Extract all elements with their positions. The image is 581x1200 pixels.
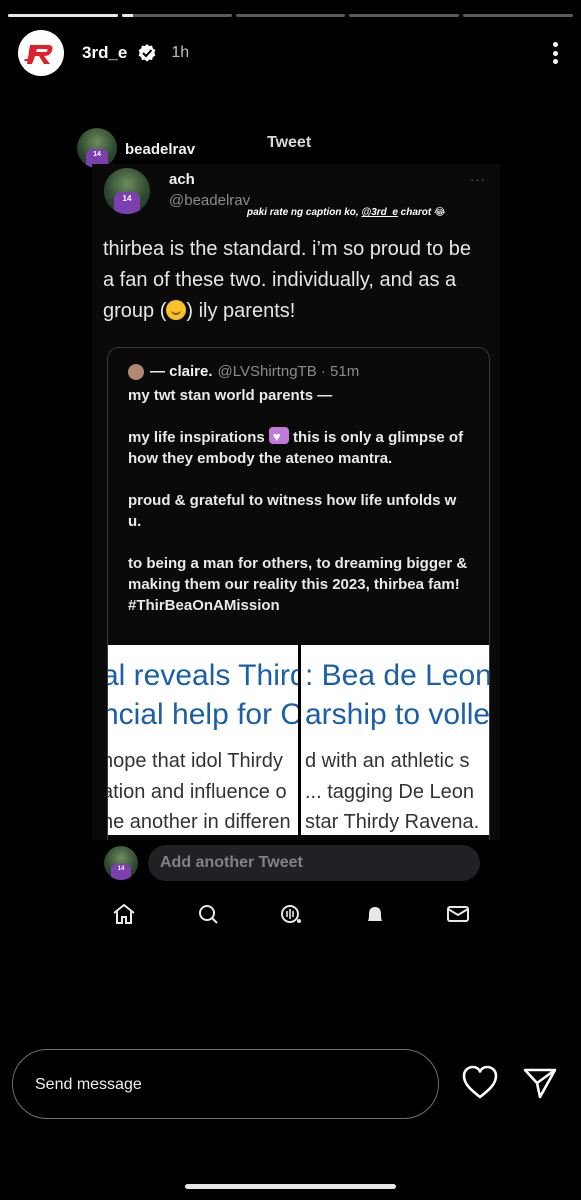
caption-text-end: charot 😂 (397, 207, 446, 218)
article-image: al reveals Third ncial help for C hope t… (108, 645, 298, 835)
quoted-media: al reveals Third ncial help for C hope t… (108, 645, 490, 835)
story-time: 1h (171, 44, 190, 61)
article-headline: al reveals Third (108, 659, 298, 692)
quoted-tweet-text: my twt stan world parents — my life insp… (128, 385, 473, 616)
add-tweet-row: 14 Add another Tweet (104, 845, 480, 881)
quoted-paragraph: proud & grateful to witness how life unf… (128, 492, 457, 530)
article-text: hope that idol Thirdy (108, 750, 283, 772)
quoted-author-meta: @LVShirtngTB · 51m (217, 363, 360, 380)
notifications-icon (361, 900, 389, 928)
like-heart-icon[interactable] (461, 1064, 499, 1100)
article-headline: : Bea de Leon (305, 659, 490, 692)
caption-text: paki rate ng caption ko, (247, 207, 362, 218)
add-tweet-field: Add another Tweet (148, 845, 480, 881)
tweet-body-text-end: ) ily parents! (186, 300, 296, 322)
send-icon[interactable] (522, 1066, 558, 1100)
article-text: star Thirdy Ravena. (305, 811, 480, 833)
article-text: ... tagging De Leon (305, 781, 475, 803)
progress-segment (349, 14, 460, 17)
progress-fill (121, 14, 133, 17)
article-text: ation and influence o (108, 781, 287, 803)
quoted-paragraph: my twt stan world parents — (128, 387, 333, 404)
progress-segment (8, 14, 118, 17)
brand-logo-icon (23, 35, 59, 71)
story-username[interactable]: 3rd_e (82, 43, 127, 63)
progress-segment (235, 14, 346, 17)
spaces-icon (277, 900, 305, 928)
quoted-tweet: — claire. @LVShirtngTB · 51m my twt stan… (107, 347, 490, 840)
tweet-more-icon: ··· (470, 172, 486, 187)
send-message-input[interactable]: Send message (12, 1049, 439, 1119)
avatar (128, 363, 144, 380)
progress-segment (121, 14, 232, 17)
progress-segment (463, 14, 573, 17)
home-icon (110, 900, 138, 928)
story-header: 3rd_e 1h (18, 30, 563, 76)
caption-mention: @3rd_e (361, 207, 398, 218)
verified-badge-icon (138, 44, 156, 62)
article-text: d with an athletic s (305, 750, 470, 772)
heart-emoji-icon (268, 426, 289, 447)
screen-title: Tweet (267, 134, 312, 151)
search-icon (194, 900, 222, 928)
article-image: : Bea de Leon arship to volle d with an … (301, 645, 490, 835)
tweet-body: thirbea is the standard. i’m so proud to… (103, 234, 483, 327)
laughing-emoji-icon (166, 300, 187, 320)
tweet-author-handle: @beadelrav (169, 192, 251, 209)
repost-username: beadelrav (125, 141, 196, 158)
tweet-author-name: ach (169, 171, 195, 188)
avatar[interactable] (18, 30, 64, 76)
quoted-paragraph: my life inspirations this is only a glim… (128, 426, 473, 469)
tweet-card: 14 ach @beadelrav ··· paki rate ng capti… (92, 164, 500, 840)
quoted-text: my life inspirations (128, 429, 269, 446)
twitter-nav-bar (110, 900, 472, 928)
article-headline: ncial help for C (108, 698, 298, 731)
quoted-author-name: — claire. (150, 363, 213, 380)
caption-overlay: paki rate ng caption ko, @3rd_e charot 😂 (247, 207, 446, 218)
avatar: 14 (104, 846, 138, 880)
more-options-icon[interactable] (547, 39, 563, 67)
article-headline: arship to volle (305, 698, 490, 731)
avatar: 14 (77, 128, 117, 168)
messages-icon (444, 900, 472, 928)
home-indicator (185, 1184, 396, 1189)
progress-fill (8, 14, 118, 17)
quoted-tweet-header: — claire. @LVShirtngTB · 51m (128, 363, 359, 380)
article-text: ne another in differen (108, 811, 291, 833)
screenshot-header: 14 beadelrav Tweet (77, 122, 500, 168)
story-progress (8, 14, 573, 17)
shared-screenshot: 14 beadelrav Tweet 14 ach @beadelrav ···… (77, 122, 500, 840)
quoted-paragraph: to being a man for others, to dreaming b… (128, 555, 468, 593)
avatar: 14 (104, 168, 150, 214)
hashtag: #ThirBeaOnAMission (128, 597, 280, 614)
